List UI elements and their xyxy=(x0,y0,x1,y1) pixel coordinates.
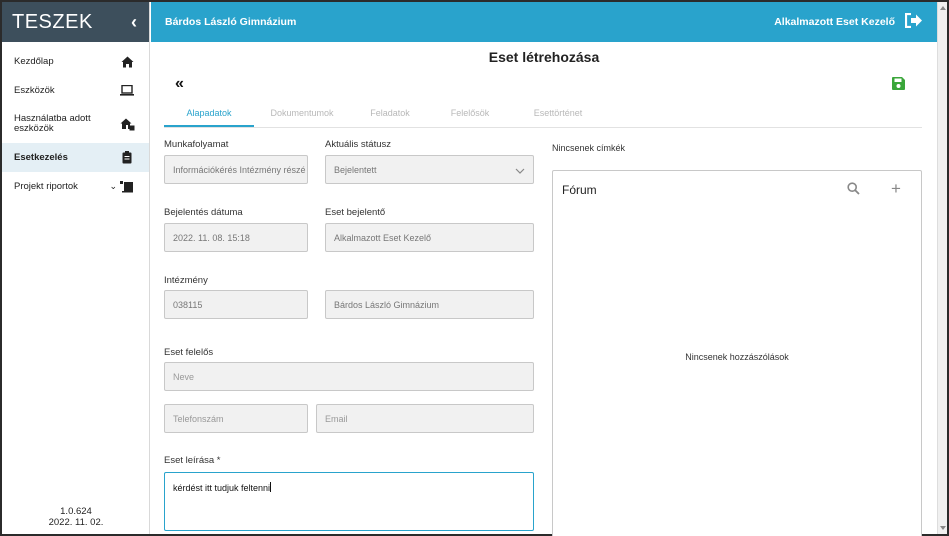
workflow-label: Munkafolyamat xyxy=(164,139,229,150)
description-textarea[interactable]: kérdést itt tudjuk feltenni xyxy=(164,472,534,531)
text-cursor xyxy=(270,482,272,492)
tab-bar: Alapadatok Dokumentumok Feladatok Felelő… xyxy=(164,102,922,128)
sidebar-header: TESZEK ‹ xyxy=(2,2,149,42)
scroll-down-icon[interactable] xyxy=(940,526,946,530)
sidebar-nav: Kezdőlap Eszközök Használatba adott eszk… xyxy=(2,47,149,201)
report-date-label: Bejelentés dátuma xyxy=(164,207,243,218)
version-number: 1.0.624 xyxy=(60,506,92,517)
status-label: Aktuális státusz xyxy=(325,139,391,150)
home-icon xyxy=(119,55,135,69)
page-title: Eset létrehozása xyxy=(488,49,600,65)
sidebar-item-projekt-riportok[interactable]: Projekt riportok ⌄ xyxy=(2,172,149,201)
school-name: Bárdos László Gimnázium xyxy=(165,16,297,28)
floppy-disk-icon[interactable] xyxy=(892,77,905,90)
institution-code-field[interactable]: 038115 xyxy=(164,290,308,319)
double-chevron-left-icon[interactable]: « xyxy=(175,75,184,93)
chevron-down-icon[interactable]: ⌄ xyxy=(109,181,117,192)
vertical-scrollbar[interactable] xyxy=(937,2,947,534)
main-content: Eset létrehozása « Alapadatok Dokumentum… xyxy=(151,42,937,536)
tab-felelosok[interactable]: Felelősök xyxy=(430,102,510,127)
top-bar: Bárdos László Gimnázium Alkalmazott Eset… xyxy=(151,2,937,42)
app-title: TESZEK xyxy=(12,10,93,33)
sidebar-item-kezdolap[interactable]: Kezdőlap xyxy=(2,47,149,76)
clipboard-icon xyxy=(119,151,135,165)
email-field[interactable]: Email xyxy=(316,404,534,433)
version-date: 2022. 11. 02. xyxy=(48,517,104,528)
user-name[interactable]: Alkalmazott Eset Kezelő xyxy=(774,16,895,28)
tab-feladatok[interactable]: Feladatok xyxy=(350,102,430,127)
sidebar: TESZEK ‹ Kezdőlap Eszközök Használatba a… xyxy=(2,2,150,534)
sidebar-item-label: Projekt riportok xyxy=(14,181,78,192)
chevron-left-icon[interactable]: ‹ xyxy=(131,12,137,33)
responsible-label: Eset felelős xyxy=(164,347,214,358)
description-label: Eset leírása * xyxy=(164,455,221,466)
tab-alapadatok[interactable]: Alapadatok xyxy=(164,102,254,127)
institution-name-field[interactable]: Bárdos László Gimnázium xyxy=(325,290,534,319)
tab-dokumentumok[interactable]: Dokumentumok xyxy=(254,102,350,127)
chevron-down-icon xyxy=(515,166,525,176)
responsible-name-field[interactable]: Neve xyxy=(164,362,534,391)
reporter-field[interactable]: Alkalmazott Eset Kezelő xyxy=(325,223,534,252)
user-area: Alkalmazott Eset Kezelő xyxy=(774,12,923,31)
forum-title: Fórum xyxy=(562,183,597,197)
phone-field[interactable]: Telefonszám xyxy=(164,404,308,433)
sign-out-icon[interactable] xyxy=(904,12,923,31)
sidebar-item-hasznalatba-adott[interactable]: Használatba adott eszközök xyxy=(2,105,149,143)
reporter-label: Eset bejelentő xyxy=(325,207,386,218)
version-info: 1.0.624 2022. 11. 02. xyxy=(2,506,150,528)
forum-panel: Fórum + Nincsenek hozzászólások xyxy=(552,170,922,536)
scroll-up-icon[interactable] xyxy=(940,6,946,10)
report-icon xyxy=(119,180,135,194)
sidebar-item-label: Kezdőlap xyxy=(14,56,54,67)
tab-esettortenet[interactable]: Esettörténet xyxy=(510,102,606,127)
status-value: Bejelentett xyxy=(334,164,377,175)
status-select[interactable]: Bejelentett xyxy=(325,155,534,184)
sidebar-item-label: Eszközök xyxy=(14,85,55,96)
description-text: kérdést itt tudjuk feltenni xyxy=(173,483,271,493)
institution-label: Intézmény xyxy=(164,275,208,286)
workflow-field[interactable]: Információkérés Intézmény részé xyxy=(164,155,308,184)
forum-empty-text: Nincsenek hozzászólások xyxy=(685,352,789,362)
tags-empty-text: Nincsenek címkék xyxy=(552,143,626,153)
sidebar-item-label: Használatba adott eszközök xyxy=(14,113,91,134)
sidebar-item-eszkozok[interactable]: Eszközök xyxy=(2,76,149,105)
plus-icon[interactable]: + xyxy=(891,180,901,197)
sidebar-item-label: Esetkezelés xyxy=(14,152,68,163)
search-icon[interactable] xyxy=(847,182,860,198)
sidebar-item-esetkezeles[interactable]: Esetkezelés xyxy=(2,143,149,172)
report-date-field[interactable]: 2022. 11. 08. 15:18 xyxy=(164,223,308,252)
house-check-icon xyxy=(119,117,135,131)
laptop-icon xyxy=(119,84,135,98)
